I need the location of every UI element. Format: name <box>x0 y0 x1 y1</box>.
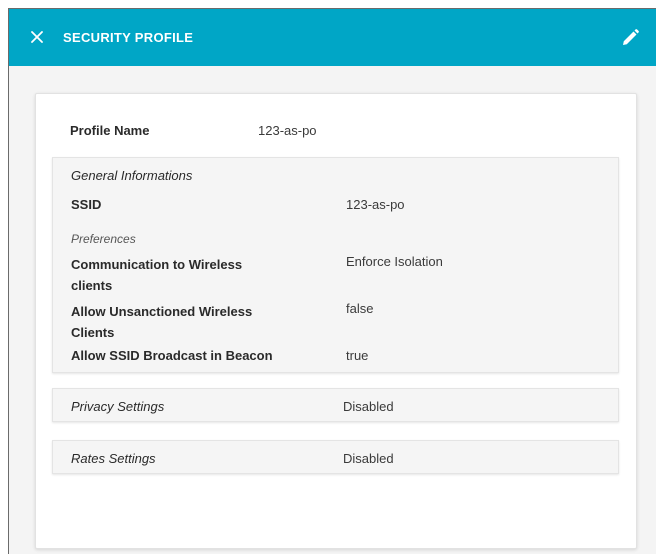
communication-to-wireless-value: Enforce Isolation <box>346 254 443 269</box>
rates-settings-value: Disabled <box>343 451 394 466</box>
panel-title: SECURITY PROFILE <box>63 30 194 45</box>
privacy-settings-label: Privacy Settings <box>71 399 165 414</box>
profile-name-value: 123-as-po <box>258 123 317 138</box>
privacy-settings-section[interactable]: Privacy Settings Disabled <box>52 388 619 422</box>
edit-button[interactable] <box>619 27 641 49</box>
ssid-label: SSID <box>71 197 102 212</box>
communication-to-wireless-label: Communication to Wireless clients <box>71 257 243 293</box>
profile-details-card: Profile Name 123-as-po General Informati… <box>35 93 637 549</box>
profile-name-label: Profile Name <box>70 123 150 138</box>
ssid-value: 123-as-po <box>346 197 405 212</box>
allow-unsanctioned-value: false <box>346 301 374 316</box>
allow-ssid-broadcast-label: Allow SSID Broadcast in Beacon <box>71 348 273 363</box>
allow-ssid-broadcast-value: true <box>346 348 369 363</box>
close-icon <box>31 31 43 43</box>
close-button[interactable] <box>27 27 47 47</box>
rates-settings-label: Rates Settings <box>71 451 156 466</box>
general-informations-section: General Informations SSID 123-as-po Pref… <box>52 157 619 373</box>
panel-header: SECURITY PROFILE <box>9 9 656 66</box>
preferences-heading: Preferences <box>71 232 136 246</box>
privacy-settings-value: Disabled <box>343 399 394 414</box>
pencil-icon <box>623 29 639 45</box>
security-profile-panel: SECURITY PROFILE Profile Name 123-as-po … <box>8 8 656 554</box>
rates-settings-section[interactable]: Rates Settings Disabled <box>52 440 619 474</box>
general-informations-heading: General Informations <box>71 168 193 183</box>
allow-unsanctioned-label: Allow Unsanctioned Wireless Clients <box>71 304 253 340</box>
